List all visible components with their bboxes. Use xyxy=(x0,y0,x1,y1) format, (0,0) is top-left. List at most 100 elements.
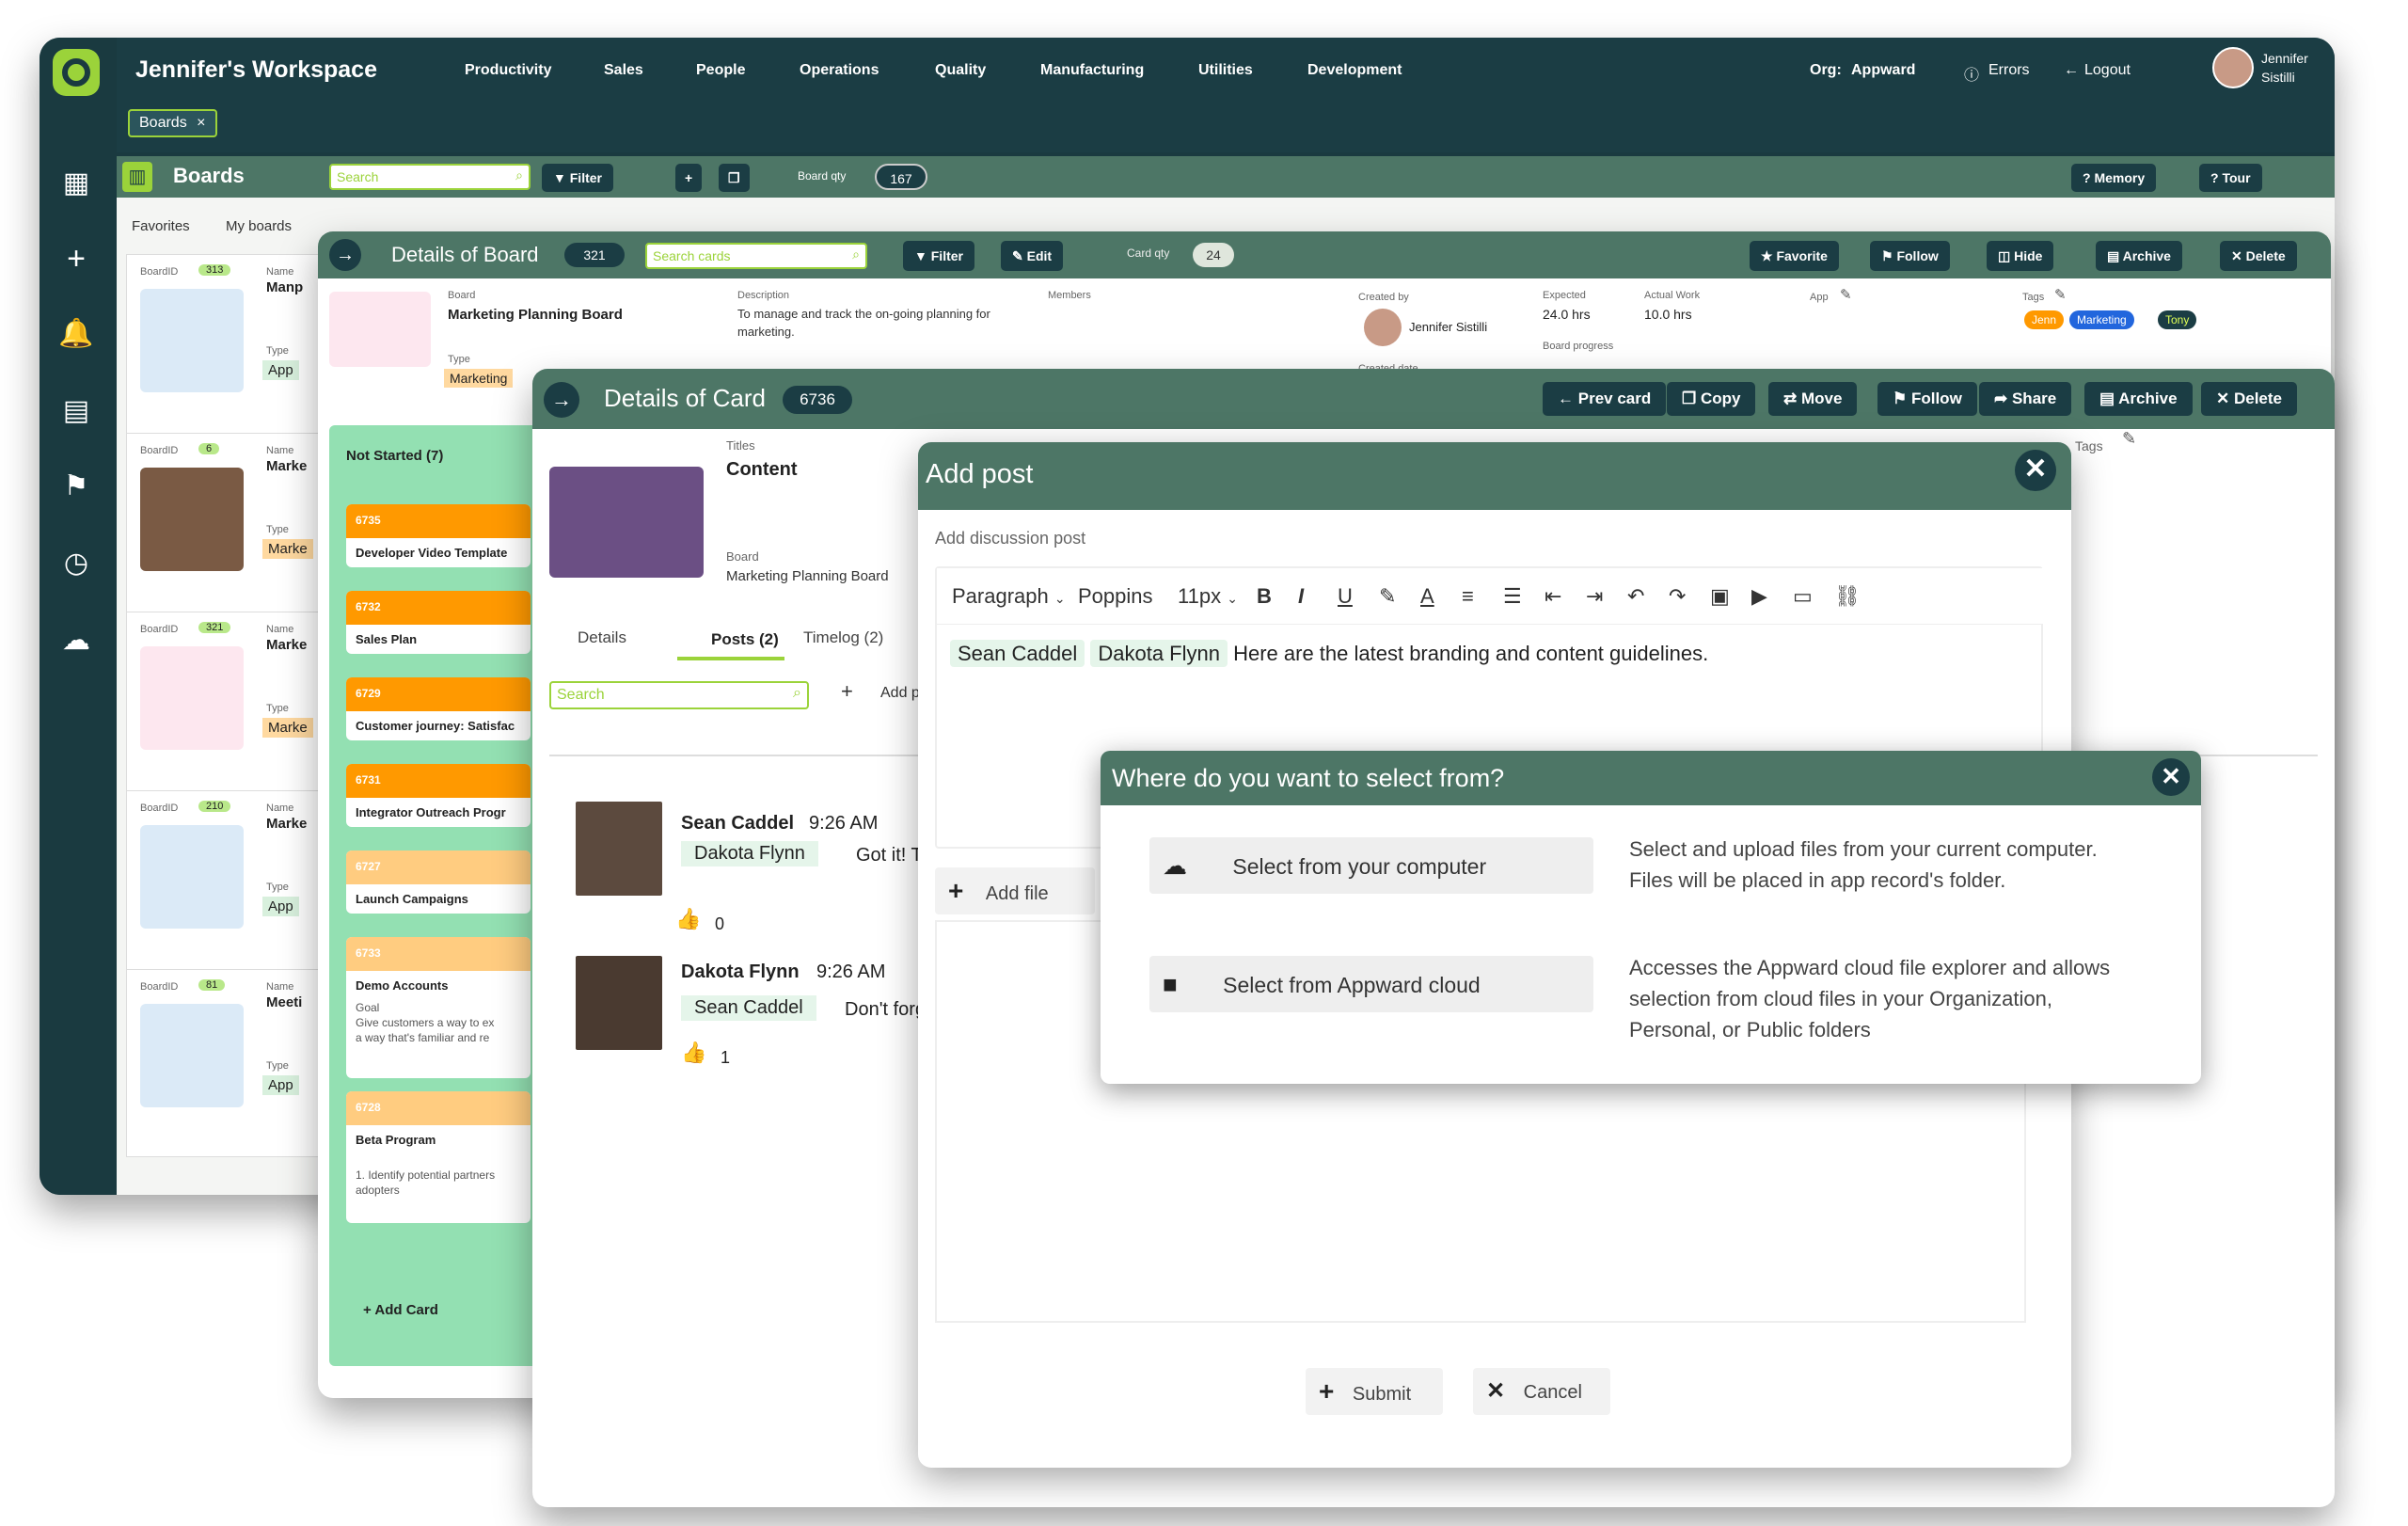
nav-manufacturing[interactable]: Manufacturing xyxy=(1040,62,1144,79)
nav-development[interactable]: Development xyxy=(1307,62,1402,79)
delete-button[interactable]: ✕ Delete xyxy=(2201,382,2297,416)
list-item[interactable]: 6735 Developer Video Template xyxy=(346,504,531,567)
posts-search-input[interactable]: Search ⌕ xyxy=(549,681,809,709)
tag-tony[interactable]: Tony xyxy=(2158,310,2197,329)
size-select[interactable]: 11px ⌄ xyxy=(1178,568,1238,627)
post-mention[interactable]: Dakota Flynn xyxy=(681,841,818,866)
editor-content[interactable]: Sean Caddel Dakota Flynn Here are the la… xyxy=(950,640,1708,667)
avatar[interactable] xyxy=(2212,47,2254,88)
follow-button[interactable]: ⚑ Follow xyxy=(1870,241,1950,271)
add-icon[interactable]: + xyxy=(53,235,100,282)
video-icon[interactable]: ▶ xyxy=(1751,568,1767,625)
list-item[interactable]: 6729 Customer journey: Satisfac xyxy=(346,677,531,740)
org-value[interactable]: Appward xyxy=(1851,62,1915,79)
add-file-button[interactable]: + Add file xyxy=(935,867,1095,914)
edit-tags-icon[interactable]: ✎ xyxy=(2054,286,2067,303)
errors-link[interactable]: Errors xyxy=(1988,62,2030,79)
chip-close-icon[interactable]: × xyxy=(197,115,205,131)
embed-icon[interactable]: ▭ xyxy=(1793,568,1813,625)
board-edit-button[interactable]: ✎ Edit xyxy=(1001,241,1064,271)
chat-icon[interactable]: ▤ xyxy=(53,388,100,435)
board-filter-button[interactable]: ▼ Filter xyxy=(903,241,974,271)
list-item[interactable]: 6727 Launch Campaigns xyxy=(346,850,531,914)
archive-button[interactable]: ▤ Archive xyxy=(2096,241,2182,271)
tab-favorites[interactable]: Favorites xyxy=(132,218,190,234)
boards-filter-button[interactable]: ▼ Filter xyxy=(542,164,613,192)
paragraph-select[interactable]: Paragraph ⌄ xyxy=(952,568,1066,627)
logout-link[interactable]: Logout xyxy=(2084,62,2131,79)
tab-my-boards[interactable]: My boards xyxy=(226,218,292,234)
nav-productivity[interactable]: Productivity xyxy=(465,62,551,79)
select-from-computer-button[interactable]: ☁ Select from your computer xyxy=(1149,837,1593,894)
like-icon[interactable]: 👍 xyxy=(675,907,701,931)
list-item[interactable]: 6728 Beta Program 1. Identify potential pa… xyxy=(346,1091,531,1223)
font-color-icon[interactable]: A xyxy=(1420,568,1434,625)
tab-posts[interactable]: Posts (2) xyxy=(711,630,779,649)
add-post-button[interactable]: + xyxy=(841,679,853,704)
memory-button[interactable]: ? Memory xyxy=(2071,164,2157,192)
nav-people[interactable]: People xyxy=(696,62,745,79)
indent-decrease-icon[interactable]: ⇤ xyxy=(1545,568,1561,625)
link-icon[interactable]: ⛓ xyxy=(1834,568,1861,625)
boards-search-input[interactable]: Search ⌕ xyxy=(329,164,531,190)
nav-utilities[interactable]: Utilities xyxy=(1198,62,1253,79)
mention-sean-caddel[interactable]: Sean Caddel xyxy=(950,640,1085,667)
copy-button[interactable]: ❐ Copy xyxy=(1667,382,1756,416)
bold-icon[interactable]: B xyxy=(1257,568,1272,625)
list-item[interactable]: 6733 Demo Accounts Goal Give customers a w… xyxy=(346,937,531,1078)
bell-icon[interactable]: 🔔 xyxy=(53,310,100,358)
tag-jenn[interactable]: Jenn xyxy=(2024,310,2065,329)
indent-increase-icon[interactable]: ⇥ xyxy=(1586,568,1603,625)
mention-dakota-flynn[interactable]: Dakota Flynn xyxy=(1090,640,1228,667)
like-icon[interactable]: 👍 xyxy=(681,1041,706,1065)
archive-button[interactable]: ▤ Archive xyxy=(2084,382,2193,416)
highlight-icon[interactable]: ✎ xyxy=(1379,568,1396,625)
tag-marketing[interactable]: Marketing xyxy=(2069,310,2134,329)
boards-add-button[interactable]: + xyxy=(675,164,703,192)
apps-grid-icon[interactable]: ▦ xyxy=(53,160,100,207)
font-select[interactable]: Poppins xyxy=(1078,568,1153,625)
submit-button[interactable]: + Submit xyxy=(1306,1368,1443,1415)
hide-button[interactable]: ◫ Hide xyxy=(1987,241,2054,271)
arrow-right-icon[interactable]: → xyxy=(544,382,579,418)
bullet-list-icon[interactable]: ☰ xyxy=(1503,568,1522,625)
errors-icon[interactable]: ⓘ xyxy=(1964,62,1979,85)
share-button[interactable]: ➦ Share xyxy=(1979,382,2072,416)
close-icon[interactable]: ✕ xyxy=(2015,450,2056,491)
tour-button[interactable]: ? Tour xyxy=(2199,164,2262,192)
follow-button[interactable]: ⚑ Follow xyxy=(1877,382,1977,416)
add-card-button[interactable]: + Add Card xyxy=(363,1302,438,1318)
clock-icon[interactable]: ◷ xyxy=(53,540,100,587)
search-cards-input[interactable]: Search cards ⌕ xyxy=(645,243,867,269)
delete-button[interactable]: ✕ Delete xyxy=(2220,241,2297,271)
underline-icon[interactable]: U xyxy=(1338,568,1353,625)
logout-icon[interactable]: ← xyxy=(2064,62,2079,79)
close-icon[interactable]: ✕ xyxy=(2152,758,2190,796)
image-icon[interactable]: ▣ xyxy=(1710,568,1730,625)
runner-icon[interactable]: ⚑ xyxy=(53,463,100,510)
nav-operations[interactable]: Operations xyxy=(800,62,879,79)
list-item[interactable]: 6731 Integrator Outreach Progr xyxy=(346,764,531,827)
list-item[interactable]: 6732 Sales Plan xyxy=(346,591,531,654)
app-logo[interactable] xyxy=(53,49,100,96)
post-mention[interactable]: Sean Caddel xyxy=(681,995,816,1021)
align-icon[interactable]: ≡ xyxy=(1462,568,1474,625)
add-post-label[interactable]: Add p xyxy=(880,685,920,702)
italic-icon[interactable]: I xyxy=(1298,568,1304,625)
prev-card-button[interactable]: ← Prev card xyxy=(1543,382,1667,416)
arrow-right-icon[interactable]: → xyxy=(329,239,361,271)
cancel-button[interactable]: ✕ Cancel xyxy=(1473,1368,1610,1415)
nav-quality[interactable]: Quality xyxy=(935,62,986,79)
favorite-button[interactable]: ★ Favorite xyxy=(1750,241,1839,271)
boards-chip[interactable]: Boards × xyxy=(128,109,217,137)
boards-copy-button[interactable]: ❐ xyxy=(719,164,750,192)
tab-details[interactable]: Details xyxy=(578,628,626,647)
nav-sales[interactable]: Sales xyxy=(604,62,643,79)
undo-icon[interactable]: ↶ xyxy=(1627,568,1644,625)
edit-app-icon[interactable]: ✎ xyxy=(1840,286,1852,303)
redo-icon[interactable]: ↷ xyxy=(1669,568,1686,625)
move-button[interactable]: ⇄ Move xyxy=(1768,382,1858,416)
edit-tags-icon[interactable]: ✎ xyxy=(2122,429,2136,449)
cloud-upload-icon[interactable]: ☁ xyxy=(53,617,100,664)
tab-timelog[interactable]: Timelog (2) xyxy=(803,628,883,647)
